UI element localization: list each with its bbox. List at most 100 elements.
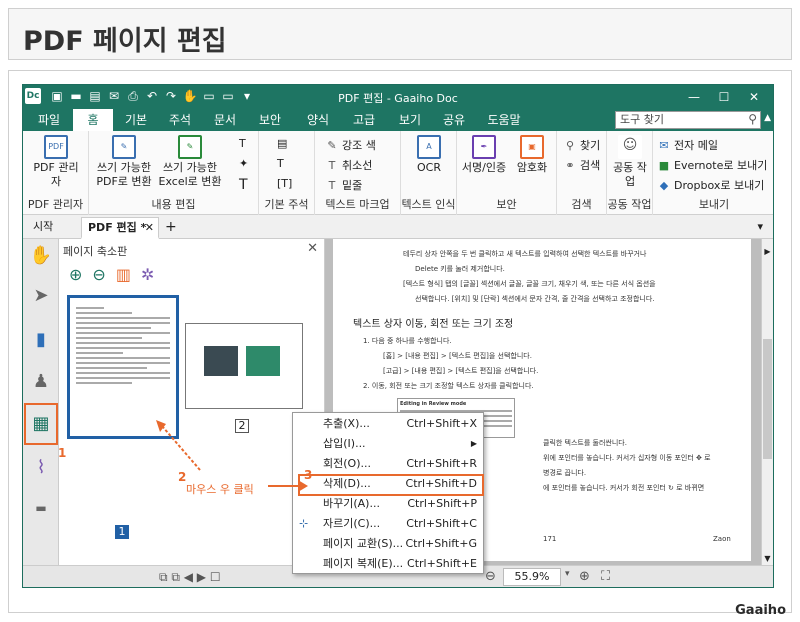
tool-search-input[interactable]: 도구 찾기 ⚲ — [615, 111, 761, 129]
pdf-manager-button[interactable]: PDF PDF 관리자 — [31, 135, 81, 189]
dropbox-icon: ◆ — [659, 179, 669, 192]
email-icon: ✉ — [659, 139, 669, 152]
writable-pdf-icon: ✎ — [112, 135, 136, 159]
collapse-ribbon-icon[interactable]: ▲ — [764, 113, 771, 123]
group-content-edit: ✎ 쓰기 가능한 PDF로 변환 ✎ 쓰기 가능한 Excel로 변환 T ✦ … — [89, 131, 259, 215]
convert-excel-button[interactable]: ✎ 쓰기 가능한 Excel로 변환 — [157, 135, 223, 189]
menu-item-swap-pages[interactable]: 페이지 교환(S)... Ctrl+Shift+G — [293, 534, 483, 554]
menu-label: 바꾸기(A)... — [323, 497, 380, 510]
highlight-button[interactable]: ✎ 강조 색 — [325, 137, 375, 153]
tab-share[interactable]: 공유 — [437, 109, 471, 131]
sign-button[interactable]: ✒ 서명/인증 — [461, 135, 507, 175]
page-tools-icons[interactable]: ⧉ ⧉ ◀ ▶ ☐ — [159, 570, 221, 585]
zoom-dropdown-icon[interactable]: ▾ — [565, 569, 570, 579]
thumb-image-1 — [204, 346, 238, 376]
tab-forms[interactable]: 양식 — [301, 109, 335, 131]
group-label: 보내기 — [698, 198, 730, 211]
menu-item-insert[interactable]: 삽입(I)... ▶ — [293, 434, 483, 454]
group-label: 기본 주석 — [264, 198, 309, 211]
menu-shortcut: Ctrl+Shift+X — [406, 417, 477, 430]
tabs-dropdown-icon[interactable]: ▾ — [751, 217, 769, 239]
menu-shortcut: Ctrl+Shift+C — [406, 517, 477, 530]
close-tab-icon[interactable]: ✕ — [145, 218, 154, 238]
tab-basic[interactable]: 기본 — [119, 109, 153, 131]
ocr-label: OCR — [417, 161, 441, 174]
group-label: 텍스트 마크업 — [325, 198, 390, 211]
fit-page-icon[interactable]: ⛶ — [601, 569, 610, 584]
tab-document[interactable]: 문서 — [208, 109, 242, 131]
zoom-level-field[interactable]: 55.9% — [503, 568, 561, 586]
tab-home[interactable]: 홈 — [73, 109, 113, 131]
zoom-out-icon[interactable]: ⊖ — [92, 265, 105, 284]
search-label: 검색 — [580, 159, 601, 172]
tab-security[interactable]: 보안 — [253, 109, 287, 131]
page-thumbnail-2[interactable] — [185, 323, 303, 409]
menu-item-rotate[interactable]: 회전(O)... Ctrl+Shift+R — [293, 454, 483, 474]
email-button[interactable]: ✉ 전자 메일 — [657, 137, 718, 153]
strikeout-button[interactable]: T 취소선 — [325, 157, 373, 173]
collab-button[interactable]: ☺ 공동 작업 — [611, 135, 649, 189]
page-footer: Zaon — [713, 535, 731, 543]
vertical-scrollbar[interactable]: ▶ ▼ — [761, 239, 773, 565]
zoom-in-icon[interactable]: ⊕ — [69, 265, 82, 284]
evernote-button[interactable]: ■ Evernote로 보내기 — [657, 157, 768, 173]
menu-item-crop[interactable]: ⊹ 자르기(C)... Ctrl+Shift+C — [293, 514, 483, 534]
group-label: 내용 편집 — [151, 198, 196, 211]
dropbox-button[interactable]: ◆ Dropbox로 보내기 — [657, 177, 765, 193]
menu-item-duplicate-page[interactable]: 페이지 복제(E)... Ctrl+Shift+E — [293, 554, 483, 574]
highlight-icon: ✎ — [327, 139, 337, 152]
textbox-icon[interactable]: [T] — [277, 177, 292, 190]
tab-help[interactable]: 도움말 — [481, 109, 527, 131]
ocr-button[interactable]: A OCR — [409, 135, 449, 175]
zoom-out-status-icon[interactable]: ⊖ — [485, 569, 496, 584]
maximize-icon[interactable]: ☐ — [709, 85, 739, 109]
search-icon[interactable]: ⚲ — [748, 111, 757, 127]
zoom-in-status-icon[interactable]: ⊕ — [579, 569, 590, 584]
search-button[interactable]: ⚭ 검색 — [563, 157, 600, 173]
binoculars-icon: ⚭ — [565, 159, 575, 172]
minimize-icon[interactable]: — — [679, 85, 709, 109]
bookmark-icon[interactable]: ▮ — [29, 329, 53, 353]
collab-label: 공동 작업 — [613, 161, 647, 188]
scroll-down-icon[interactable]: ▼ — [762, 554, 773, 563]
page-thumbnail-1[interactable] — [67, 295, 179, 439]
add-tab-icon[interactable]: + — [159, 217, 183, 239]
color-picker-icon[interactable]: ✦ — [239, 157, 248, 170]
thumb-image-2 — [246, 346, 280, 376]
dropbox-label: Dropbox로 보내기 — [674, 179, 765, 192]
convert-pdf-button[interactable]: ✎ 쓰기 가능한 PDF로 변환 — [93, 135, 155, 189]
tab-advanced[interactable]: 고급 — [347, 109, 381, 131]
note-icon[interactable]: ▤ — [277, 137, 287, 150]
group-label: 텍스트 인식 — [401, 198, 456, 211]
scroll-right-icon[interactable]: ▶ — [762, 247, 773, 256]
more-icon[interactable]: ▬ — [29, 501, 53, 525]
close-icon[interactable]: ✕ — [739, 85, 769, 109]
stamp-icon[interactable]: ♟ — [29, 371, 53, 395]
hand-tool-icon[interactable]: ✋ — [29, 245, 53, 269]
tab-start[interactable]: 시작 — [27, 217, 59, 239]
find-button[interactable]: ⚲ 찾기 — [563, 137, 600, 153]
tab-file[interactable]: 파일 — [33, 109, 65, 131]
title-bar: Dc ▣ ▬ ▤ ✉ ⎙ ↶ ↷ ✋ ▭ ▭ ▾ PDF 편집 - Gaaiho… — [23, 85, 773, 109]
menu-item-replace[interactable]: 바꾸기(A)... Ctrl+Shift+P — [293, 494, 483, 514]
tab-pdf-edit[interactable]: PDF 편집 * ✕ — [81, 217, 159, 239]
encrypt-button[interactable]: ▣ 암호화 — [511, 135, 553, 175]
text-tool-icon[interactable]: T — [239, 177, 248, 193]
menu-item-extract[interactable]: 추출(X)... Ctrl+Shift+X — [293, 414, 483, 434]
tab-view[interactable]: 보기 — [393, 109, 427, 131]
arrow-line-2 — [161, 425, 201, 471]
doc-line: [홈] > [내용 편집] > [텍스트 편집]을 선택합니다. — [383, 352, 532, 360]
scroll-thumb[interactable] — [763, 339, 772, 459]
window-controls: — ☐ ✕ — [679, 85, 769, 109]
group-label: 검색 — [571, 198, 592, 211]
tab-comment[interactable]: 주석 — [163, 109, 197, 131]
delete-page-icon[interactable]: ▥ — [116, 265, 131, 284]
underline-button[interactable]: T 밑줄 — [325, 177, 363, 193]
select-tool-icon[interactable]: ➤ — [29, 285, 53, 309]
text-format-icon[interactable]: T — [239, 137, 246, 150]
doc-line: [텍스트 형식] 탭의 [글꼴] 섹션에서 글꼴, 글꼴 크기, 채우기 색, … — [403, 280, 656, 288]
panel-close-icon[interactable]: ✕ — [307, 241, 318, 256]
typewriter-icon[interactable]: T — [277, 157, 284, 170]
attachment-icon[interactable]: ⌇ — [29, 457, 53, 481]
options-gear-icon[interactable]: ✲ — [141, 265, 154, 284]
